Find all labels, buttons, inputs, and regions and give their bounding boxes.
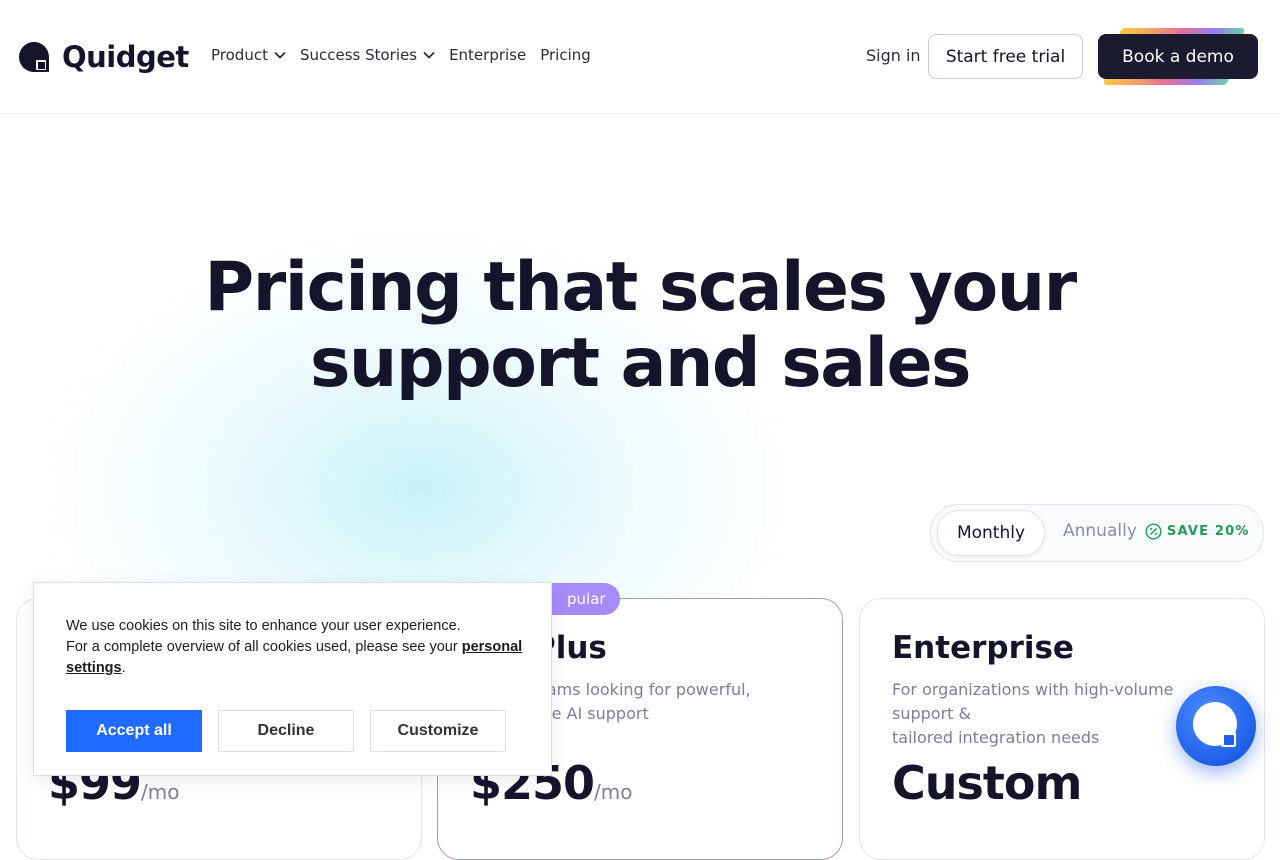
nav-item-label: Product bbox=[211, 46, 268, 64]
book-demo-button[interactable]: Book a demo bbox=[1098, 34, 1258, 79]
plan-description-line: eams looking for powerful, bbox=[537, 680, 751, 699]
discount-icon bbox=[1145, 522, 1162, 540]
cookie-message-end: . bbox=[121, 660, 126, 676]
nav-item-product[interactable]: Product bbox=[211, 46, 286, 64]
plan-price-value: Custom bbox=[892, 756, 1082, 810]
nav-item-label: Success Stories bbox=[299, 46, 418, 64]
chat-widget-button[interactable] bbox=[1176, 686, 1256, 766]
billing-option-monthly[interactable]: Monthly bbox=[937, 510, 1045, 556]
cookie-message-line1: We use cookies on this site to enhance y… bbox=[66, 618, 461, 634]
nav-item-pricing[interactable]: Pricing bbox=[540, 46, 591, 64]
nav-item-label: Enterprise bbox=[449, 46, 527, 64]
main-nav: Product Success Stories Enterprise Prici… bbox=[211, 46, 605, 64]
customize-button[interactable]: Customize bbox=[370, 710, 506, 752]
cookie-message-line2: For a complete overview of all cookies u… bbox=[66, 639, 458, 655]
nav-item-success-stories[interactable]: Success Stories bbox=[300, 46, 435, 64]
plan-price-period: /mo bbox=[594, 780, 633, 804]
plan-description-line: ble AI support bbox=[537, 704, 649, 723]
plan-description-line: tailored integration needs bbox=[892, 728, 1100, 747]
page-title-line2: support and sales bbox=[309, 324, 972, 403]
billing-toggle: Monthly Annually SAVE 20% bbox=[930, 504, 1264, 562]
start-free-trial-button[interactable]: Start free trial bbox=[928, 34, 1083, 79]
plan-description: eams looking for powerful, ble AI suppor… bbox=[537, 678, 877, 726]
plan-price: Custom bbox=[892, 756, 1082, 810]
cookie-message: We use cookies on this site to enhance y… bbox=[66, 616, 526, 679]
page-title: Pricing that scales your support and sal… bbox=[140, 250, 1140, 402]
plan-name: Enterprise bbox=[892, 630, 1074, 666]
chat-bubble-icon bbox=[1193, 702, 1237, 747]
brand-name: Quidget bbox=[62, 40, 189, 74]
chevron-down-icon bbox=[423, 51, 435, 59]
site-header: Quidget Product Success Stories Enterpri… bbox=[0, 0, 1280, 114]
save-badge-text: SAVE 20% bbox=[1166, 523, 1250, 539]
accept-all-button[interactable]: Accept all bbox=[66, 710, 202, 752]
quidget-logo-icon bbox=[18, 41, 50, 73]
sign-in-link[interactable]: Sign in bbox=[866, 46, 921, 65]
nav-item-enterprise[interactable]: Enterprise bbox=[449, 46, 526, 64]
plan-price-period: /mo bbox=[141, 780, 180, 804]
plan-description-line: For organizations with high-volume suppo… bbox=[892, 680, 1174, 723]
brand-logo[interactable]: Quidget bbox=[18, 40, 189, 74]
billing-option-annually[interactable]: Annually SAVE 20% bbox=[1063, 521, 1250, 541]
chevron-down-icon bbox=[274, 51, 286, 59]
page-title-line1: Pricing that scales your bbox=[204, 248, 1077, 327]
nav-item-label: Pricing bbox=[540, 46, 591, 64]
cookie-banner: We use cookies on this site to enhance y… bbox=[33, 582, 552, 776]
decline-button[interactable]: Decline bbox=[218, 710, 354, 752]
billing-option-annually-label: Annually bbox=[1063, 521, 1137, 541]
save-badge: SAVE 20% bbox=[1145, 522, 1250, 540]
